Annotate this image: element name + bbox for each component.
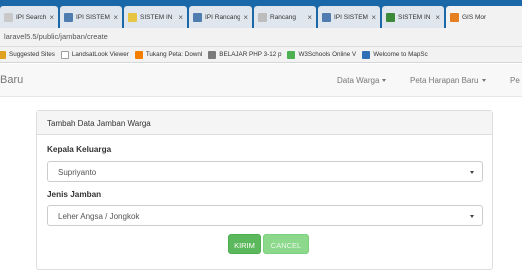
bookmark-label: BELAJAR PHP 3-12 p: [219, 51, 282, 58]
bookmark-item[interactable]: BELAJAR PHP 3-12 p: [208, 50, 282, 59]
tab-label: SISTEM IN: [398, 13, 431, 21]
tab-label: Rancang: [270, 13, 297, 21]
close-icon[interactable]: ×: [178, 13, 183, 22]
bookmark-label: Tukang Peta: Downl: [145, 51, 203, 58]
caret-down-icon: [481, 79, 486, 83]
nav-label: Data Warga: [337, 76, 380, 85]
chevron-down-icon: [470, 215, 474, 218]
pdf-favicon-icon: [258, 12, 267, 22]
mapsc-icon: [362, 50, 371, 59]
tab-label: SISTEM IN: [140, 13, 173, 21]
kirim-button[interactable]: KIRIM: [228, 234, 261, 254]
app-navbar: Baru Data Warga Peta Harapan Baru Pe: [0, 64, 522, 97]
tab-label: IPI Rancang: [205, 13, 241, 21]
chevron-down-icon: [470, 171, 474, 174]
nav-data-warga[interactable]: Data Warga: [337, 76, 387, 85]
sistem-favicon-icon: [128, 12, 137, 22]
bookmark-item[interactable]: Tukang Peta: Downl: [134, 50, 203, 59]
close-icon[interactable]: ×: [371, 13, 376, 22]
tab-label: IPI SISTEM: [76, 13, 110, 21]
bookmark-item[interactable]: W3Schools Online V: [287, 50, 357, 59]
bookmarks-bar: Suggested Sites LandsatLook Viewer Tukan…: [0, 47, 522, 63]
address-bar[interactable]: laravel5.5/public/jamban/create: [0, 28, 522, 47]
browser-tab-active[interactable]: GIS Mor: [446, 6, 522, 28]
browser-tab[interactable]: IPI SISTEM ×: [318, 6, 380, 28]
nav-label: Pe: [510, 76, 520, 85]
bookmark-label: W3Schools Online V: [298, 51, 357, 58]
ipi-favicon-icon: [193, 12, 202, 22]
panel-heading: Tambah Data Jamban Warga: [37, 111, 492, 135]
form-panel: Tambah Data Jamban Warga Kepala Keluarga…: [36, 110, 493, 270]
bookmark-label: LandsatLook Viewer: [71, 51, 129, 58]
kepala-keluarga-label: Kepala Keluarga: [47, 145, 112, 154]
bookmark-label: Suggested Sites: [9, 51, 55, 58]
close-icon[interactable]: ×: [49, 13, 54, 22]
tab-label: IPI SISTEM: [334, 13, 368, 21]
bookmark-item[interactable]: LandsatLook Viewer: [60, 50, 129, 59]
close-icon[interactable]: ×: [113, 13, 118, 22]
gis-favicon-icon: [450, 12, 459, 22]
browser-tab[interactable]: SISTEM IN ×: [124, 6, 187, 28]
close-icon[interactable]: ×: [243, 13, 248, 22]
tab-label: IPI Search: [16, 13, 47, 21]
browser-tab[interactable]: Rancang ×: [254, 6, 316, 28]
ipi-favicon-icon: [322, 12, 331, 22]
browser-tab[interactable]: IPI SISTEM ×: [60, 6, 122, 28]
bookmark-label: Welcome to MapSc: [373, 51, 428, 58]
close-icon[interactable]: ×: [307, 13, 312, 22]
ipi-favicon-icon: [64, 12, 73, 22]
tab-label: GIS Mor: [462, 13, 487, 21]
browser-tab[interactable]: IPI Search ×: [0, 6, 58, 28]
select-value: Leher Angsa / Jongkok: [58, 212, 140, 221]
caret-down-icon: [382, 79, 387, 83]
select-value: Supriyanto: [58, 168, 97, 177]
url-text[interactable]: laravel5.5/public/jamban/create: [4, 32, 108, 41]
bookmark-item[interactable]: Suggested Sites: [0, 50, 55, 59]
browser-tab-strip: IPI Search × IPI SISTEM × SISTEM IN × IP…: [0, 0, 522, 28]
ipi-favicon-icon: [4, 12, 13, 22]
nav-pe[interactable]: Pe: [510, 76, 520, 85]
close-icon[interactable]: ×: [435, 13, 440, 22]
browser-tab[interactable]: IPI Rancang ×: [189, 6, 252, 28]
php-icon: [208, 50, 217, 59]
kepala-keluarga-select[interactable]: Supriyanto: [47, 161, 483, 182]
sistem-favicon-icon: [386, 12, 395, 22]
apps-icon: [0, 50, 6, 59]
page-icon: [60, 50, 69, 59]
browser-tab[interactable]: SISTEM IN ×: [382, 6, 444, 28]
blogger-icon: [134, 50, 143, 59]
navbar-brand[interactable]: Baru: [0, 74, 23, 86]
w3schools-icon: [287, 50, 296, 59]
bookmark-item[interactable]: Welcome to MapSc: [362, 50, 428, 59]
jenis-jamban-select[interactable]: Leher Angsa / Jongkok: [47, 205, 483, 226]
cancel-button[interactable]: CANCEL: [263, 234, 309, 254]
jenis-jamban-label: Jenis Jamban: [47, 190, 102, 199]
nav-peta-harapan-baru[interactable]: Peta Harapan Baru: [410, 76, 486, 85]
nav-label: Peta Harapan Baru: [410, 76, 479, 85]
